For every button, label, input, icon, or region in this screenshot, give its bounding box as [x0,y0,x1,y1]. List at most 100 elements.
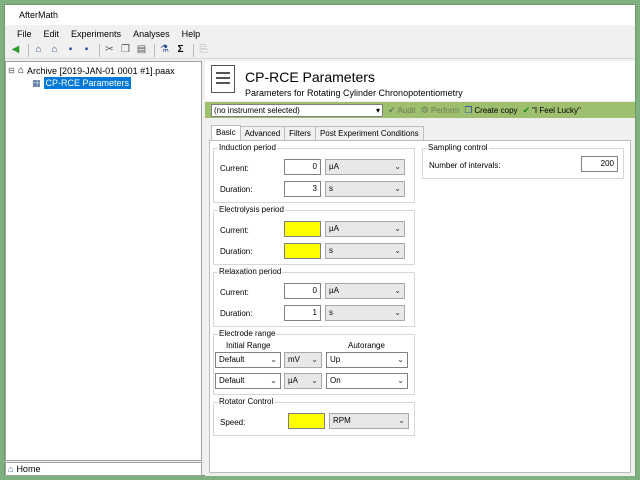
electrolysis-duration-label: Duration: [220,247,253,256]
instrument-select-value: (no instrument selected) [214,105,300,115]
range-unit-select-1[interactable]: mV ⌄ [284,352,322,368]
menu-experiments[interactable]: Experiments [65,26,127,42]
tree-archive-label: Archive [2019-JAN-01 0001 #1].paax [27,65,175,76]
menu-analyses[interactable]: Analyses [127,26,176,42]
window-title: AfterMath [5,5,635,25]
relaxation-current-input[interactable]: 0 [284,283,321,299]
app-window: AfterMath File Edit Experiments Analyses… [4,4,636,476]
autorange-select-2[interactable]: On ⌄ [326,373,408,389]
induction-current-label: Current: [220,164,249,173]
tree-archive-row[interactable]: ⊟ ⌂ Archive [2019-JAN-01 0001 #1].paax [8,65,175,76]
relaxation-duration-input[interactable]: 1 [284,305,321,321]
back-arrow-icon[interactable]: ◀ [9,44,22,57]
home-icon: ⌂ [8,464,14,474]
feel-lucky-button[interactable]: ✔ "I Feel Lucky" [523,105,581,116]
relaxation-current-label: Current: [220,288,249,297]
tab-advanced[interactable]: Advanced [239,126,286,140]
initial-range-select-2[interactable]: Default ⌄ [215,373,281,389]
electrolysis-current-unit-select[interactable]: µA ⌄ [325,221,405,237]
rotator-control-title: Rotator Control [218,397,275,406]
perform-label: Perform [430,105,460,115]
initial-range-select-1[interactable]: Default ⌄ [215,352,281,368]
parameters-header: CP-RCE Parameters Parameters for Rotatin… [205,61,635,101]
toolbar-separator [193,43,194,57]
paste-icon[interactable]: ▤ [135,44,148,57]
relaxation-period-title: Relaxation period [218,267,283,276]
disabled-tool-icon: ⎘ [199,44,208,55]
menu-file[interactable]: File [11,26,38,42]
instrument-bar: (no instrument selected) ▾ ✔ Audit ⚙ Per… [205,102,635,118]
rotator-speed-input[interactable] [288,413,325,429]
electrolysis-current-input[interactable] [284,221,321,237]
folder-home-icon[interactable]: ⌂ [48,44,61,57]
relaxation-current-unit-select[interactable]: µA ⌄ [325,283,405,299]
sampling-control-title: Sampling control [427,143,489,152]
chevron-down-icon: ⌄ [394,184,401,193]
electrolysis-duration-unit-select[interactable]: s ⌄ [325,243,405,259]
sum-icon[interactable]: Σ [174,44,187,57]
parameters-icon: ▦ [32,77,41,88]
archive-icon: ⌂ [18,65,25,76]
chevron-down-icon: ⌄ [394,224,401,233]
range-unit-value-2: µA [288,376,298,385]
chevron-down-icon: ⌄ [311,355,318,364]
relaxation-current-unit: µA [329,286,339,295]
chevron-down-icon: ⌄ [397,376,404,385]
intervals-label: Number of intervals: [429,161,501,170]
autorange-select-1[interactable]: Up ⌄ [326,352,408,368]
rotator-speed-unit: RPM [333,416,351,425]
document-icon [211,65,235,93]
induction-period-group: Induction period Current: 0 µA ⌄ Duratio… [213,143,415,203]
toolbar-separator [28,43,29,57]
chevron-down-icon: ⌄ [394,162,401,171]
induction-current-input[interactable]: 0 [284,159,321,175]
tree-item-label: CP-RCE Parameters [43,77,132,89]
perform-button[interactable]: ⚙ Perform [421,105,460,116]
basic-tab-content: Induction period Current: 0 µA ⌄ Duratio… [209,140,631,473]
check-circle-icon: ✔ [522,104,531,115]
autorange-value-2: On [330,376,341,385]
electrolysis-period-title: Electrolysis period [218,205,285,214]
menu-help[interactable]: Help [176,26,207,42]
tab-filters[interactable]: Filters [284,126,316,140]
range-unit-value-1: mV [288,355,300,364]
initial-range-value-1: Default [219,355,245,364]
toolbar-separator [154,43,155,57]
experiment-icon[interactable]: ⚗ [158,44,171,57]
relaxation-duration-label: Duration: [220,309,253,318]
menu-bar: File Edit Experiments Analyses Help [5,26,635,42]
induction-duration-unit-select[interactable]: s ⌄ [325,181,405,197]
home-bar[interactable]: ⌂ Home [5,462,202,476]
create-copy-button[interactable]: ❐ Create copy [464,105,517,116]
initial-range-value-2: Default [219,376,245,385]
sampling-control-group: Sampling control Number of intervals: 20… [422,143,624,179]
induction-period-title: Induction period [218,143,277,152]
electrolysis-current-unit: µA [329,224,339,233]
collapse-icon[interactable]: ⊟ [8,66,18,75]
home-label: Home [16,464,41,474]
tab-post-experiment-conditions[interactable]: Post Experiment Conditions [314,126,424,140]
toolbar: ◀ ⌂ ⌂ ▪ ▪ ✂ ❐ ▤ ⚗ Σ ⎘ [5,42,635,59]
range-unit-select-2[interactable]: µA ⌄ [284,373,322,389]
copy-icon[interactable]: ❐ [119,44,132,57]
audit-button[interactable]: ✔ Audit [388,105,416,116]
electrolysis-current-label: Current: [220,226,249,235]
electrolysis-period-group: Electrolysis period Current: µA ⌄ Durati… [213,205,415,265]
tree-item-cp-rce[interactable]: ▦ CP-RCE Parameters [32,77,132,89]
induction-duration-unit: s [329,184,333,193]
autorange-value-1: Up [330,355,341,364]
intervals-input[interactable]: 200 [581,156,618,172]
instrument-select[interactable]: (no instrument selected) ▾ [211,103,383,117]
rotator-speed-unit-select[interactable]: RPM ⌄ [329,413,409,429]
relaxation-duration-unit-select[interactable]: s ⌄ [325,305,405,321]
save-all-icon[interactable]: ▪ [80,44,93,57]
save-icon[interactable]: ▪ [64,44,77,57]
home-icon[interactable]: ⌂ [32,44,45,57]
menu-edit[interactable]: Edit [38,26,66,42]
induction-duration-input[interactable]: 3 [284,181,321,197]
cut-icon[interactable]: ✂ [103,44,116,57]
tab-basic[interactable]: Basic [211,125,241,140]
induction-current-unit-select[interactable]: µA ⌄ [325,159,405,175]
copy-icon: ❐ [464,104,473,115]
electrolysis-duration-input[interactable] [284,243,321,259]
